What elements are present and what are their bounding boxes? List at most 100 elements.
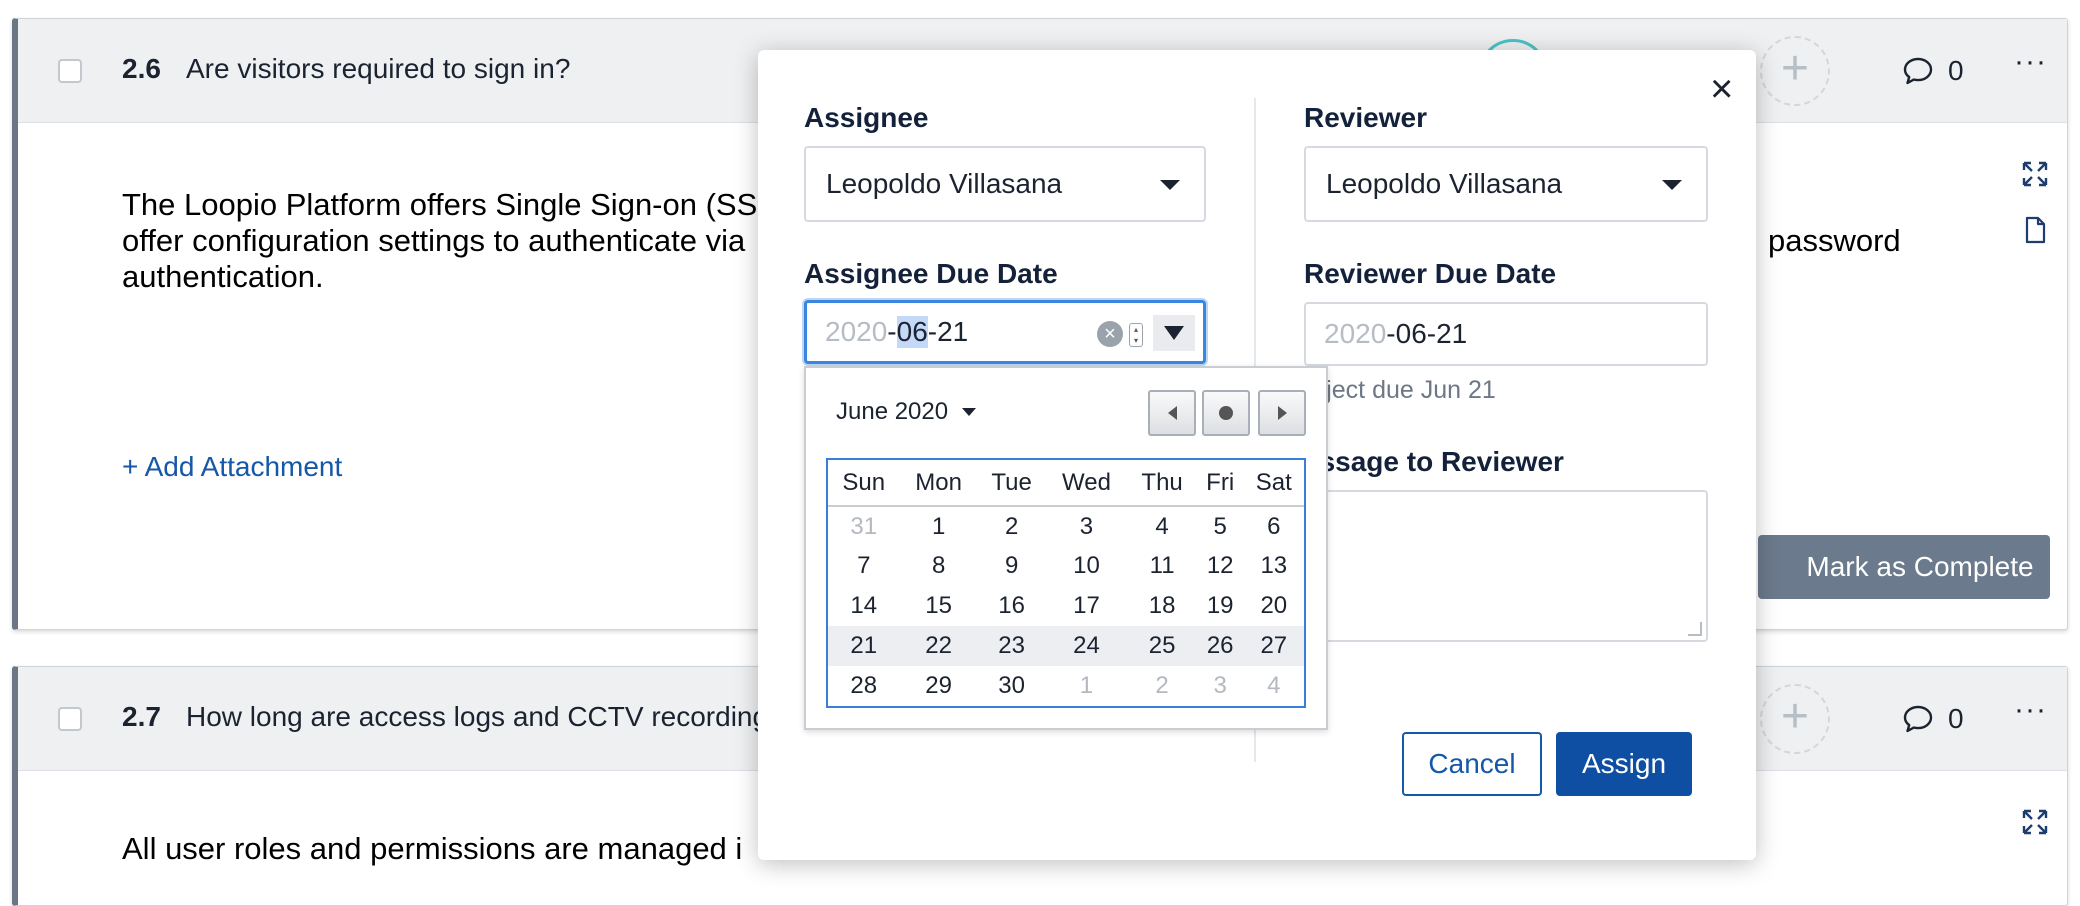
calendar-day[interactable]: 24: [1045, 626, 1128, 666]
mark-complete-button[interactable]: Mark as Complete: [1758, 535, 2050, 599]
ellipsis-icon[interactable]: ···: [2014, 45, 2047, 79]
project-due-hint: roject due Jun 21: [1304, 376, 1496, 404]
answer-text[interactable]: All user roles and permissions are manag…: [122, 831, 742, 867]
dot-icon: [1219, 406, 1233, 420]
calendar-day-other-month[interactable]: 31: [828, 506, 900, 546]
calendar-day[interactable]: 3: [1046, 506, 1128, 546]
calendar-day[interactable]: 8: [900, 546, 978, 586]
calendar-day[interactable]: 30: [978, 666, 1046, 706]
comment-count: 0: [1948, 703, 1964, 734]
speech-bubble-icon: [1903, 705, 1933, 733]
assignee-label: Assignee: [804, 102, 929, 133]
weekday-label: Thu: [1127, 460, 1197, 507]
calendar-day[interactable]: 11: [1127, 546, 1196, 586]
calendar-day[interactable]: 17: [1046, 586, 1128, 626]
calendar-day[interactable]: 20: [1244, 586, 1304, 626]
calendar-day[interactable]: 22: [899, 626, 978, 666]
arrow-left-icon: [1167, 406, 1177, 420]
add-user-button[interactable]: +: [1760, 684, 1830, 754]
message-textarea[interactable]: [1304, 490, 1708, 642]
question-title[interactable]: How long are access logs and CCTV record…: [186, 701, 768, 733]
calendar-day-other-month[interactable]: 3: [1197, 666, 1244, 706]
calendar-day[interactable]: 10: [1046, 546, 1128, 586]
calendar-day[interactable]: 18: [1127, 586, 1196, 626]
reviewer-label: Reviewer: [1304, 102, 1427, 133]
calendar-day[interactable]: 2: [978, 506, 1046, 546]
clear-icon[interactable]: ×: [1097, 321, 1123, 347]
comments-button[interactable]: 0: [1902, 703, 1964, 735]
calendar-day[interactable]: 12: [1197, 546, 1244, 586]
weekday-label: Sat: [1243, 460, 1304, 507]
arrow-right-icon: [1277, 406, 1287, 420]
calendar-week: 31 1 2 3 4 5 6: [828, 506, 1304, 546]
answer-text[interactable]: The Loopio Platform offers Single Sign-o…: [122, 187, 782, 295]
prev-month-button[interactable]: [1148, 390, 1196, 436]
assignee-value: Leopoldo Villasana: [826, 168, 1063, 199]
ellipsis-icon[interactable]: ···: [2014, 693, 2047, 727]
expand-arrows-icon[interactable]: [2020, 807, 2050, 837]
expand-arrows-icon[interactable]: [2020, 159, 2050, 189]
today-button[interactable]: [1202, 390, 1250, 436]
calendar-day[interactable]: 16: [978, 586, 1046, 626]
next-month-button[interactable]: [1258, 390, 1306, 436]
calendar-week: 7 8 9 10 11 12 13: [828, 546, 1304, 586]
document-icon[interactable]: [2020, 215, 2050, 245]
calendar-day[interactable]: 28: [828, 666, 900, 706]
month-label: June 2020: [836, 398, 949, 425]
reviewer-select[interactable]: Leopoldo Villasana: [1304, 146, 1708, 222]
calendar-day[interactable]: 14: [828, 586, 900, 626]
calendar-day[interactable]: 19: [1197, 586, 1244, 626]
add-attachment-link[interactable]: + Add Attachment: [122, 451, 342, 483]
calendar-day-other-month[interactable]: 2: [1127, 666, 1196, 706]
calendar-day[interactable]: 26: [1196, 626, 1244, 666]
weekday-label: Tue: [977, 460, 1046, 507]
cancel-button[interactable]: Cancel: [1402, 732, 1542, 796]
answer-line: offer configuration settings to authenti…: [122, 223, 746, 258]
resize-handle-icon[interactable]: [1688, 622, 1702, 636]
calendar-day[interactable]: 23: [977, 626, 1046, 666]
calendar-day[interactable]: 9: [978, 546, 1046, 586]
chevron-down-icon: [1160, 180, 1180, 190]
weekday-label: Wed: [1045, 460, 1128, 507]
comment-count: 0: [1948, 55, 1964, 86]
assignee-due-label: Assignee Due Date: [804, 258, 1058, 289]
spinner-icon[interactable]: ▴ ▾: [1129, 323, 1143, 347]
calendar-week: 21 22 23 24 25 26 27: [828, 626, 1304, 666]
calendar-day[interactable]: 21: [828, 626, 900, 666]
calendar-day[interactable]: 27: [1243, 626, 1304, 666]
calendar-day[interactable]: 5: [1197, 506, 1244, 546]
calendar-day[interactable]: 29: [900, 666, 978, 706]
question-number: 2.6: [122, 53, 161, 84]
reviewer-due-date-input[interactable]: 2020 -06-21: [1304, 302, 1708, 366]
calendar-day[interactable]: 4: [1127, 506, 1196, 546]
close-icon[interactable]: ×: [1710, 64, 1733, 114]
calendar-day[interactable]: 13: [1244, 546, 1304, 586]
chevron-down-icon: [1662, 180, 1682, 190]
weekday-label: Fri: [1196, 460, 1244, 507]
chevron-down-icon: [962, 408, 977, 416]
question-checkbox[interactable]: [58, 707, 82, 731]
add-user-button[interactable]: +: [1760, 36, 1830, 106]
question-checkbox[interactable]: [58, 59, 82, 83]
answer-text-end: password: [1768, 223, 1901, 258]
assign-button[interactable]: Assign: [1556, 732, 1692, 796]
date-picker-calendar: June 2020 Sun Mon Tue Wed Thu Fri Sat 31 1 2 3 4 5 6…: [804, 366, 1328, 730]
month-selector[interactable]: June 2020: [836, 398, 977, 426]
assignee-select[interactable]: Leopoldo Villasana: [804, 146, 1206, 222]
calendar-day-other-month[interactable]: 4: [1244, 666, 1304, 706]
calendar-day-other-month[interactable]: 1: [1046, 666, 1128, 706]
calendar-day[interactable]: 1: [900, 506, 978, 546]
comments-button[interactable]: 0: [1902, 55, 1964, 87]
speech-bubble-icon: [1903, 57, 1933, 85]
date-year: 2020: [825, 316, 888, 347]
calendar-day[interactable]: 7: [828, 546, 900, 586]
calendar-day[interactable]: 6: [1244, 506, 1304, 546]
assignee-due-date-input[interactable]: 2020-06-21 × ▴ ▾: [804, 300, 1206, 364]
calendar-day[interactable]: 15: [900, 586, 978, 626]
question-title[interactable]: Are visitors required to sign in?: [186, 53, 570, 85]
calendar-day[interactable]: 25: [1127, 626, 1197, 666]
weekday-label: Sun: [828, 460, 900, 507]
dropdown-icon[interactable]: [1153, 315, 1195, 351]
weekday-label: Mon: [899, 460, 978, 507]
date-rest: -06-21: [1386, 318, 1468, 349]
